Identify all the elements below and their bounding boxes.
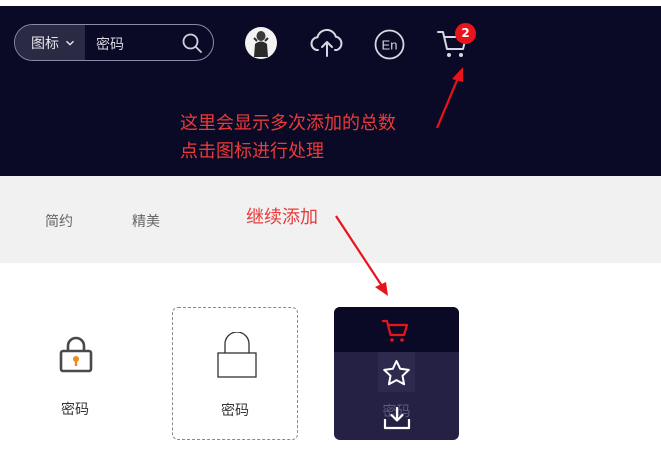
upload-icon[interactable] — [309, 28, 345, 58]
top-edge — [0, 0, 661, 6]
search-type-label: 图标 — [31, 35, 59, 52]
icon-card-hovered[interactable]: 密码 — [334, 307, 459, 440]
search-input[interactable]: 密码 — [85, 25, 213, 60]
search-box: 图标 密码 — [14, 24, 214, 61]
cart-count-badge: 2 — [455, 23, 476, 44]
lock-outline-icon — [217, 332, 257, 378]
annotation-continue-add: 继续添加 — [246, 207, 318, 228]
icon-card[interactable]: 密码 — [12, 307, 138, 440]
tab-simple[interactable]: 简约 — [45, 211, 73, 231]
star-icon[interactable] — [382, 359, 411, 387]
icon-card-label: 密码 — [61, 402, 89, 418]
lock-icon — [59, 336, 93, 373]
icon-card[interactable]: 密码 — [172, 307, 298, 440]
search-input-value: 密码 — [96, 37, 124, 53]
search-icon[interactable] — [181, 32, 203, 54]
avatar[interactable] — [245, 27, 277, 59]
download-icon[interactable] — [383, 406, 411, 430]
tab-exquisite[interactable]: 精美 — [132, 211, 160, 231]
search-type-select[interactable]: 图标 — [15, 25, 85, 60]
language-icon[interactable]: En — [374, 29, 405, 60]
language-label: En — [382, 38, 398, 53]
annotation-note-line2: 点击图标进行处理 — [180, 141, 324, 162]
avatar-figure-icon — [253, 31, 269, 57]
add-to-cart-icon[interactable] — [382, 319, 410, 343]
style-tabs: 简约 精美 — [0, 176, 661, 263]
chevron-down-icon — [66, 40, 74, 46]
annotation-note-line1: 这里会显示多次添加的总数 — [180, 113, 396, 134]
header: 图标 密码 En 2 这里会显示多次添加的总数 点击图标进行处理 — [0, 0, 661, 176]
icon-card-label: 密码 — [221, 403, 249, 419]
